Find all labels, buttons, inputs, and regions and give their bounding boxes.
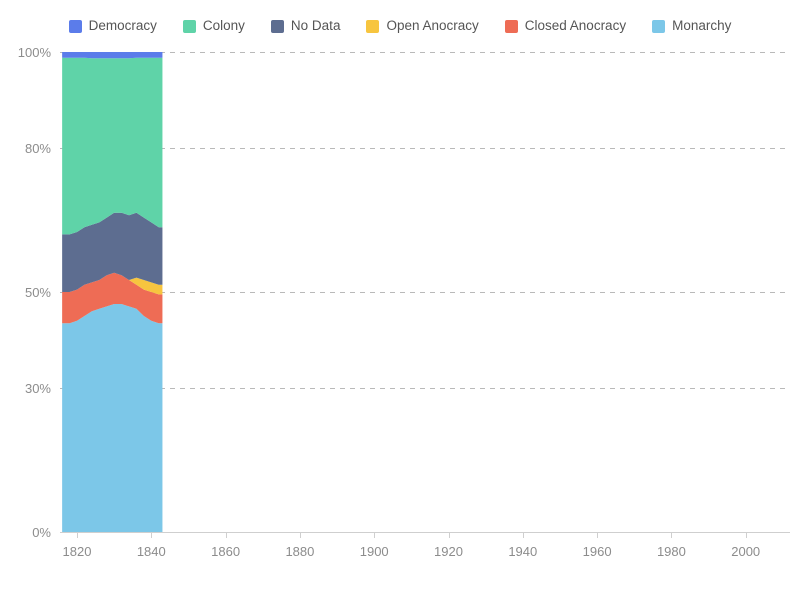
area-series-democracy[interactable] (62, 52, 163, 59)
y-tick-label: 0% (32, 525, 51, 540)
x-tick-label: 2000 (731, 544, 760, 559)
area-series-colony[interactable] (62, 57, 163, 235)
stacked-area-svg: 0% 30% 50% 80% 100% 1820 1840 1860 1880 1900 1920 1… (18, 45, 790, 559)
x-tick-label: 1900 (360, 544, 389, 559)
plot-area: 0% 30% 50% 80% 100% 1820 1840 1860 1880 1900 1920 1… (0, 0, 800, 593)
x-tick-label: 1880 (285, 544, 314, 559)
x-tick-label: 1940 (508, 544, 537, 559)
axes (60, 532, 790, 538)
x-tick-label: 1960 (583, 544, 612, 559)
gridlines (60, 52, 790, 389)
y-tick-label: 100% (18, 45, 52, 60)
x-tick-label: 1840 (137, 544, 166, 559)
x-tick-label: 1860 (211, 544, 240, 559)
area-series-monarchy[interactable] (62, 304, 163, 532)
y-tick-label: 80% (25, 141, 51, 156)
stacked-areas (62, 52, 163, 532)
x-tick-label: 1820 (63, 544, 92, 559)
x-tick-label: 1980 (657, 544, 686, 559)
y-tick-label: 30% (25, 381, 51, 396)
y-tick-label: 50% (25, 285, 51, 300)
political-regimes-area-chart: Democracy Colony No Data Open Anocracy Close… (0, 0, 800, 593)
x-tick-label: 1920 (434, 544, 463, 559)
